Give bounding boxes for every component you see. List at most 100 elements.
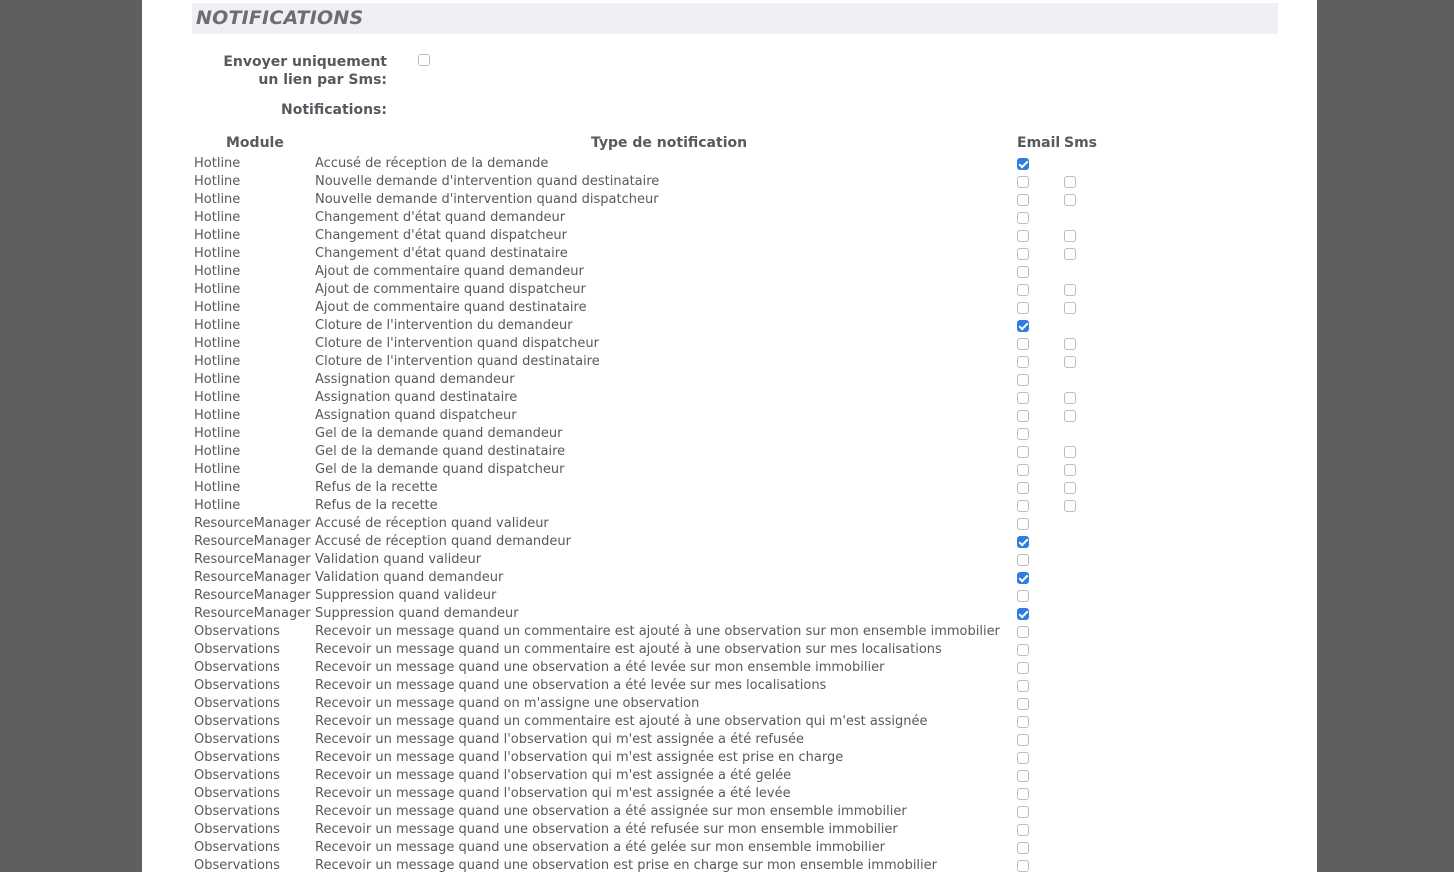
email-checkbox[interactable]: [1017, 536, 1029, 548]
notification-type-cell: Assignation quand dispatcheur: [315, 408, 517, 423]
email-checkbox[interactable]: [1017, 176, 1029, 188]
notification-type-cell: Assignation quand destinataire: [315, 390, 518, 405]
sms-checkbox[interactable]: [1064, 500, 1076, 512]
notification-type-cell: Recevoir un message quand on m'assigne u…: [315, 696, 700, 711]
module-cell: Hotline: [194, 426, 241, 441]
email-checkbox[interactable]: [1017, 698, 1029, 710]
notification-type-cell: Changement d'état quand demandeur: [315, 210, 566, 225]
email-checkbox[interactable]: [1017, 842, 1029, 854]
email-checkbox[interactable]: [1017, 248, 1029, 260]
email-checkbox[interactable]: [1017, 716, 1029, 728]
table-row: Observations Recevoir un message quand l'…: [194, 749, 1194, 767]
email-checkbox[interactable]: [1017, 626, 1029, 638]
module-cell: Hotline: [194, 336, 241, 351]
sms-checkbox[interactable]: [1064, 410, 1076, 422]
module-cell: Hotline: [194, 228, 241, 243]
notification-type-cell: Changement d'état quand dispatcheur: [315, 228, 568, 243]
module-cell: ResourceManager: [194, 552, 311, 567]
notification-type-cell: Recevoir un message quand une observatio…: [315, 822, 898, 837]
table-row: Hotline Ajout de commentaire quand dispat…: [194, 281, 1194, 299]
notification-type-cell: Assignation quand demandeur: [315, 372, 515, 387]
email-checkbox[interactable]: [1017, 554, 1029, 566]
email-checkbox[interactable]: [1017, 662, 1029, 674]
email-checkbox[interactable]: [1017, 446, 1029, 458]
email-checkbox[interactable]: [1017, 302, 1029, 314]
module-cell: Observations: [194, 696, 280, 711]
module-cell: Hotline: [194, 246, 241, 261]
table-row: Observations Recevoir un message quand un…: [194, 839, 1194, 857]
sms-checkbox[interactable]: [1064, 482, 1076, 494]
table-row: Hotline Changement d'état quand dispatche…: [194, 227, 1194, 245]
module-cell: Observations: [194, 714, 280, 729]
sms-checkbox[interactable]: [1064, 356, 1076, 368]
email-checkbox[interactable]: [1017, 788, 1029, 800]
email-checkbox[interactable]: [1017, 212, 1029, 224]
module-cell: Observations: [194, 786, 280, 801]
email-checkbox[interactable]: [1017, 194, 1029, 206]
email-checkbox[interactable]: [1017, 284, 1029, 296]
email-checkbox[interactable]: [1017, 158, 1029, 170]
sms-checkbox[interactable]: [1064, 194, 1076, 206]
sms-checkbox[interactable]: [1064, 302, 1076, 314]
sms-checkbox[interactable]: [1064, 284, 1076, 296]
sms-link-only-label: Envoyer uniquement un lien par Sms:: [223, 54, 387, 88]
table-row: Hotline Accusé de réception de la demande: [194, 155, 1194, 173]
email-checkbox[interactable]: [1017, 374, 1029, 386]
email-checkbox[interactable]: [1017, 644, 1029, 656]
sms-checkbox[interactable]: [1064, 464, 1076, 476]
email-checkbox[interactable]: [1017, 680, 1029, 692]
table-row: ResourceManager Validation quand demandeu…: [194, 569, 1194, 587]
email-checkbox[interactable]: [1017, 266, 1029, 278]
table-row: Observations Recevoir un message quand un…: [194, 857, 1194, 872]
email-checkbox[interactable]: [1017, 464, 1029, 476]
sms-checkbox[interactable]: [1064, 392, 1076, 404]
email-checkbox[interactable]: [1017, 482, 1029, 494]
notification-type-cell: Recevoir un message quand un commentaire…: [315, 714, 928, 729]
email-checkbox[interactable]: [1017, 590, 1029, 602]
module-cell: Hotline: [194, 354, 241, 369]
sms-checkbox[interactable]: [1064, 248, 1076, 260]
table-row: Hotline Cloture de l'intervention quand d…: [194, 335, 1194, 353]
module-cell: Hotline: [194, 444, 241, 459]
email-checkbox[interactable]: [1017, 734, 1029, 746]
column-header-sms: Sms: [1064, 135, 1098, 151]
sms-checkbox[interactable]: [1064, 176, 1076, 188]
notification-type-cell: Cloture de l'intervention quand dispatch…: [315, 336, 599, 351]
email-checkbox[interactable]: [1017, 320, 1029, 332]
module-cell: Observations: [194, 768, 280, 783]
email-checkbox[interactable]: [1017, 500, 1029, 512]
email-checkbox[interactable]: [1017, 860, 1029, 872]
module-cell: Observations: [194, 858, 280, 872]
table-row: Hotline Gel de la demande quand destinata…: [194, 443, 1194, 461]
table-row: ResourceManager Accusé de réception quand…: [194, 533, 1194, 551]
email-checkbox[interactable]: [1017, 752, 1029, 764]
module-cell: ResourceManager: [194, 606, 311, 621]
email-checkbox[interactable]: [1017, 572, 1029, 584]
module-cell: Hotline: [194, 372, 241, 387]
table-row: Hotline Cloture de l'intervention du dema…: [194, 317, 1194, 335]
email-checkbox[interactable]: [1017, 356, 1029, 368]
notification-type-cell: Cloture de l'intervention du demandeur: [315, 318, 573, 333]
email-checkbox[interactable]: [1017, 608, 1029, 620]
email-checkbox[interactable]: [1017, 410, 1029, 422]
notification-type-cell: Suppression quand demandeur: [315, 606, 519, 621]
email-checkbox[interactable]: [1017, 338, 1029, 350]
email-checkbox[interactable]: [1017, 428, 1029, 440]
email-checkbox[interactable]: [1017, 518, 1029, 530]
table-row: Observations Recevoir un message quand l'…: [194, 731, 1194, 749]
table-row: Hotline Gel de la demande quand dispatche…: [194, 461, 1194, 479]
notification-type-cell: Cloture de l'intervention quand destinat…: [315, 354, 600, 369]
email-checkbox[interactable]: [1017, 770, 1029, 782]
notification-type-cell: Recevoir un message quand une observatio…: [315, 804, 907, 819]
sms-checkbox[interactable]: [1064, 230, 1076, 242]
notification-type-cell: Changement d'état quand destinataire: [315, 246, 568, 261]
email-checkbox[interactable]: [1017, 392, 1029, 404]
email-checkbox[interactable]: [1017, 230, 1029, 242]
module-cell: Observations: [194, 642, 280, 657]
module-cell: Observations: [194, 624, 280, 639]
sms-checkbox[interactable]: [1064, 338, 1076, 350]
email-checkbox[interactable]: [1017, 806, 1029, 818]
sms-checkbox[interactable]: [1064, 446, 1076, 458]
sms-link-only-checkbox[interactable]: [418, 54, 430, 66]
email-checkbox[interactable]: [1017, 824, 1029, 836]
